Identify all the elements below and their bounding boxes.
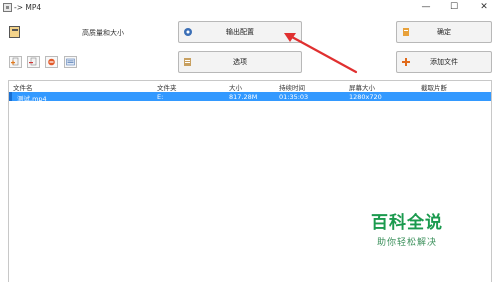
- watermark-subtitle: 助你轻松解决: [376, 238, 437, 248]
- close-button[interactable]: ✕: [474, 0, 494, 14]
- settings-disc-icon: [183, 27, 193, 37]
- add-file-icon: [11, 57, 19, 66]
- output-config-label: 输出配置: [226, 28, 254, 36]
- add-file-label: 添加文件: [430, 58, 458, 66]
- remove-file-tool-button[interactable]: [27, 56, 40, 68]
- column-header-size[interactable]: 大小: [229, 82, 242, 92]
- watermark-title: 百科全说: [371, 213, 443, 233]
- minimize-button[interactable]: —: [416, 0, 436, 14]
- preset-icon[interactable]: [9, 26, 20, 38]
- cell-duration: 01:35:03: [279, 93, 309, 101]
- minimize-icon: —: [421, 2, 431, 12]
- media-info-icon: [66, 58, 75, 66]
- watermark: 百科全说 助你轻松解决: [332, 208, 482, 248]
- row-selection-marker: [9, 92, 12, 101]
- ok-label: 确定: [437, 28, 451, 36]
- preset-label[interactable]: 高质量和大小: [82, 28, 124, 38]
- maximize-icon: ☐: [449, 2, 459, 12]
- output-config-button[interactable]: 输出配置: [178, 21, 302, 43]
- cell-screen-size: 1280x720: [349, 93, 382, 101]
- media-info-tool-button[interactable]: [64, 56, 77, 68]
- options-label: 选项: [233, 58, 247, 66]
- ok-button[interactable]: 确定: [396, 21, 492, 43]
- file-list[interactable]: 文件名 文件夹 大小 持续时间 屏幕大小 截取片断 测试.mp4 E: 817.…: [8, 80, 492, 282]
- clear-tool-button[interactable]: [45, 56, 58, 68]
- column-header-clip[interactable]: 截取片断: [421, 82, 447, 92]
- cell-folder: E:: [157, 93, 164, 101]
- remove-file-icon: [29, 57, 37, 66]
- cell-filename: 测试.mp4: [17, 95, 47, 103]
- column-header-screen-size[interactable]: 屏幕大小: [349, 82, 375, 92]
- column-header-filename[interactable]: 文件名: [13, 82, 33, 92]
- app-icon: [3, 3, 12, 12]
- maximize-button[interactable]: ☐: [444, 0, 464, 14]
- add-file-button[interactable]: 添加文件: [396, 51, 492, 73]
- ok-icon: [401, 27, 411, 37]
- add-file-tool-button[interactable]: [9, 56, 22, 68]
- column-header-duration[interactable]: 持续时间: [279, 82, 305, 92]
- close-icon: ✕: [480, 2, 488, 12]
- table-row[interactable]: 测试.mp4 E: 817.28M 01:35:03 1280x720: [9, 92, 491, 103]
- column-header-folder[interactable]: 文件夹: [157, 82, 177, 92]
- options-icon: [183, 57, 193, 67]
- plus-icon: [401, 57, 411, 67]
- options-button[interactable]: 选项: [178, 51, 302, 73]
- title-bar: -> MP4 — ☐ ✕: [0, 0, 500, 16]
- cell-size: 817.28M: [229, 93, 258, 101]
- window-title: -> MP4: [14, 3, 42, 12]
- clear-icon: [48, 58, 55, 66]
- file-list-header: 文件名 文件夹 大小 持续时间 屏幕大小 截取片断: [9, 81, 491, 92]
